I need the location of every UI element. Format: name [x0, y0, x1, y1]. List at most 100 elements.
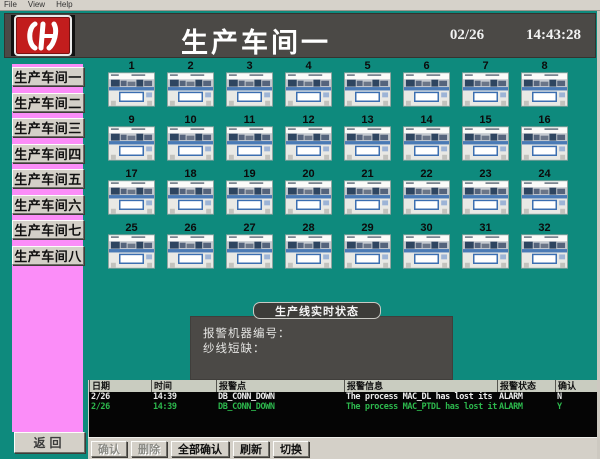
- menu-item[interactable]: File: [4, 0, 17, 10]
- alarm-column-header: 报警点: [216, 380, 344, 392]
- machine-cell[interactable]: 7: [462, 61, 509, 107]
- machine-cell[interactable]: 2: [167, 61, 214, 107]
- alarm-table[interactable]: 日期时间报警点报警信息报警状态确认 2/26 14:39 DB_CONN_DOW…: [88, 380, 597, 437]
- machine-number: 23: [479, 169, 491, 180]
- machine-cell[interactable]: 20: [285, 169, 332, 215]
- machine-number: 19: [243, 169, 255, 180]
- machine-cell[interactable]: 6: [403, 61, 450, 107]
- alarm-message: The process MAC_PTDL has lost its ..: [344, 402, 497, 412]
- knitting-machine-icon: [167, 234, 214, 269]
- status-line: 报警机器编号：: [203, 327, 452, 342]
- machine-cell[interactable]: 12: [285, 115, 332, 161]
- knitting-machine-icon: [521, 180, 568, 215]
- machine-cell[interactable]: 1: [108, 61, 155, 107]
- toolbar-button[interactable]: 确认: [91, 441, 127, 457]
- knitting-machine-icon: [344, 72, 391, 107]
- knitting-machine-icon: [521, 72, 568, 107]
- machine-cell[interactable]: 25: [108, 223, 155, 269]
- machine-cell[interactable]: 8: [521, 61, 568, 107]
- alarm-ack: N: [555, 392, 598, 402]
- alarm-message: The process MAC_DL has lost its d ..: [344, 392, 497, 402]
- machine-number: 25: [125, 223, 137, 234]
- knitting-machine-icon: [521, 234, 568, 269]
- alarm-date: 2/26: [89, 402, 151, 412]
- knitting-machine-icon: [108, 72, 155, 107]
- menu-bar: File View Help: [0, 0, 600, 11]
- knitting-machine-icon: [226, 180, 273, 215]
- machine-number: 5: [364, 61, 370, 72]
- machine-cell[interactable]: 19: [226, 169, 273, 215]
- machine-cell[interactable]: 10: [167, 115, 214, 161]
- sidebar-workshop-button[interactable]: 生产车间二: [12, 93, 84, 112]
- machine-number: 24: [538, 169, 550, 180]
- machine-cell[interactable]: 18: [167, 169, 214, 215]
- machine-cell[interactable]: 28: [285, 223, 332, 269]
- machine-number: 22: [420, 169, 432, 180]
- knitting-machine-icon: [521, 126, 568, 161]
- machine-cell[interactable]: 29: [344, 223, 391, 269]
- sidebar-workshop-button[interactable]: 生产车间七: [12, 220, 84, 239]
- alarm-column-header: 报警状态: [497, 380, 555, 392]
- machine-cell[interactable]: 15: [462, 115, 509, 161]
- machine-cell[interactable]: 24: [521, 169, 568, 215]
- menu-item[interactable]: View: [28, 0, 45, 10]
- sidebar-workshop-button[interactable]: 生产车间八: [12, 246, 84, 265]
- machine-cell[interactable]: 16: [521, 115, 568, 161]
- alarm-column-header: 日期: [89, 380, 151, 392]
- back-button[interactable]: 返回: [14, 432, 85, 453]
- toolbar-button[interactable]: 切换: [273, 441, 309, 457]
- sidebar-workshop-button[interactable]: 生产车间一: [12, 67, 84, 86]
- machine-number: 16: [538, 115, 550, 126]
- machine-number: 30: [420, 223, 432, 234]
- alarm-table-header: 日期时间报警点报警信息报警状态确认: [89, 380, 597, 392]
- machine-cell[interactable]: 13: [344, 115, 391, 161]
- sidebar-workshop-button[interactable]: 生产车间五: [12, 169, 84, 188]
- header: 生产车间一 02/26 14:43:28: [4, 13, 596, 58]
- knitting-machine-icon: [462, 180, 509, 215]
- machine-cell[interactable]: 30: [403, 223, 450, 269]
- machine-number: 6: [423, 61, 429, 72]
- sidebar-workshop-button[interactable]: 生产车间六: [12, 195, 84, 214]
- status-panel: 报警机器编号： 纱线短缺：: [190, 316, 453, 380]
- alarm-point: DB_CONN_DOWN: [216, 392, 344, 402]
- machine-cell[interactable]: 26: [167, 223, 214, 269]
- alarm-row[interactable]: 2/26 14:39 DB_CONN_DOWN The process MAC_…: [89, 402, 597, 412]
- header-date: 02/26: [437, 27, 497, 44]
- sidebar-workshop-button[interactable]: 生产车间四: [12, 144, 84, 163]
- machine-cell[interactable]: 14: [403, 115, 450, 161]
- machine-number: 8: [541, 61, 547, 72]
- machine-number: 17: [125, 169, 137, 180]
- alarm-status: ALARM: [497, 392, 555, 402]
- page-title: 生产车间一: [181, 21, 331, 60]
- machine-cell[interactable]: 9: [108, 115, 155, 161]
- machine-number: 10: [184, 115, 196, 126]
- machine-cell[interactable]: 4: [285, 61, 332, 107]
- knitting-machine-icon: [167, 126, 214, 161]
- machine-cell[interactable]: 23: [462, 169, 509, 215]
- machine-grid: 1 2: [108, 61, 568, 269]
- status-panel-title: 生产线实时状态: [253, 302, 381, 319]
- toolbar-button[interactable]: 全部确认: [171, 441, 229, 457]
- machine-cell[interactable]: 5: [344, 61, 391, 107]
- status-line: 纱线短缺：: [203, 342, 452, 357]
- alarm-row[interactable]: 2/26 14:39 DB_CONN_DOWN The process MAC_…: [89, 392, 597, 402]
- machine-number: 1: [128, 61, 134, 72]
- alarm-status: ALARM: [497, 402, 555, 412]
- machine-cell[interactable]: 11: [226, 115, 273, 161]
- machine-cell[interactable]: 22: [403, 169, 450, 215]
- machine-number: 9: [128, 115, 134, 126]
- machine-number: 4: [305, 61, 311, 72]
- menu-item[interactable]: Help: [56, 0, 72, 10]
- machine-number: 27: [243, 223, 255, 234]
- machine-cell[interactable]: 21: [344, 169, 391, 215]
- machine-cell[interactable]: 3: [226, 61, 273, 107]
- alarm-ack: Y: [555, 402, 598, 412]
- machine-cell[interactable]: 17: [108, 169, 155, 215]
- machine-cell[interactable]: 31: [462, 223, 509, 269]
- toolbar-button[interactable]: 刷新: [233, 441, 269, 457]
- toolbar-button[interactable]: 删除: [131, 441, 167, 457]
- machine-number: 18: [184, 169, 196, 180]
- machine-cell[interactable]: 27: [226, 223, 273, 269]
- machine-cell[interactable]: 32: [521, 223, 568, 269]
- sidebar-workshop-button[interactable]: 生产车间三: [12, 118, 84, 137]
